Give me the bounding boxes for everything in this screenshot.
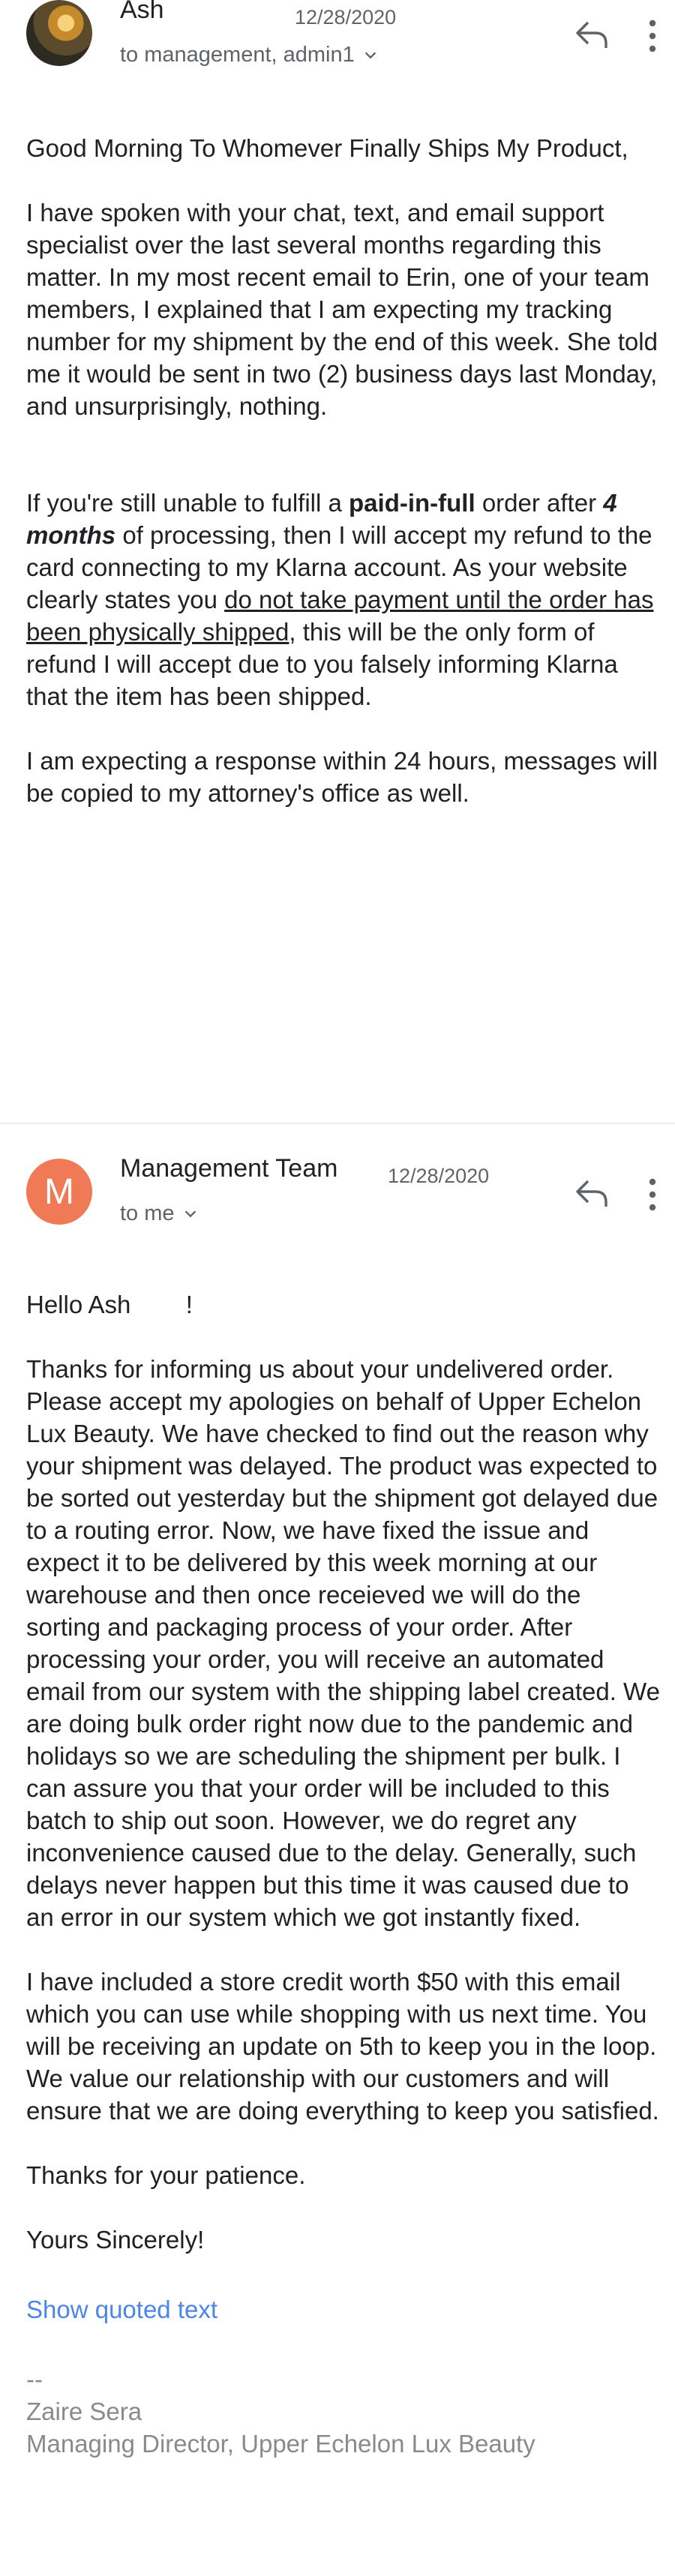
signature-name: Zaire Sera [26, 2398, 142, 2425]
message-body: Hello Ash ! Thanks for informing us abou… [26, 1288, 660, 2460]
paragraph: I have included a store credit worth $50… [26, 1968, 659, 2125]
greeting: Good Morning To Whomever Finally Ships M… [26, 134, 628, 162]
paragraph: I am expecting a response within 24 hour… [26, 747, 658, 807]
chevron-down-icon [364, 51, 376, 58]
avatar-photo [26, 0, 92, 66]
message-date: 12/28/2020 [388, 1165, 490, 1187]
message-body: Good Morning To Whomever Finally Ships M… [26, 132, 660, 809]
message-divider [0, 1123, 675, 1124]
paragraph: If you're still unable to fulfill a paid… [26, 489, 654, 710]
more-options-icon[interactable] [646, 1178, 658, 1211]
paragraph: Thanks for informing us about your undel… [26, 1355, 660, 1931]
sender-avatar[interactable] [26, 0, 92, 66]
bold-text: paid-in-full [349, 489, 476, 517]
closing: Yours Sincerely! [26, 2226, 205, 2254]
paragraph: Thanks for your patience. [26, 2161, 306, 2189]
more-options-icon[interactable] [646, 19, 658, 52]
recipients-text: to me [120, 1201, 175, 1225]
signature-dash: -- [26, 2365, 43, 2393]
recipients-text: to management, admin1 [120, 43, 355, 67]
signature-title: Managing Director, Upper Echelon Lux Bea… [26, 2430, 536, 2458]
chevron-down-icon [184, 1210, 196, 1217]
reply-icon[interactable] [574, 19, 609, 49]
message-date: 12/28/2020 [295, 6, 397, 28]
reply-icon[interactable] [574, 1178, 609, 1208]
recipients-toggle[interactable]: to management, admin1 [120, 43, 379, 67]
sender-name[interactable]: Ash [120, 0, 164, 25]
show-quoted-text-link[interactable]: Show quoted text [26, 2293, 660, 2326]
sender-name[interactable]: Management Team [120, 1154, 338, 1183]
greeting: Hello Ash ! [26, 1291, 193, 1318]
recipients-toggle[interactable]: to me [120, 1201, 199, 1226]
paragraph: I have spoken with your chat, text, and … [26, 199, 658, 420]
sender-avatar[interactable]: M [26, 1159, 92, 1225]
